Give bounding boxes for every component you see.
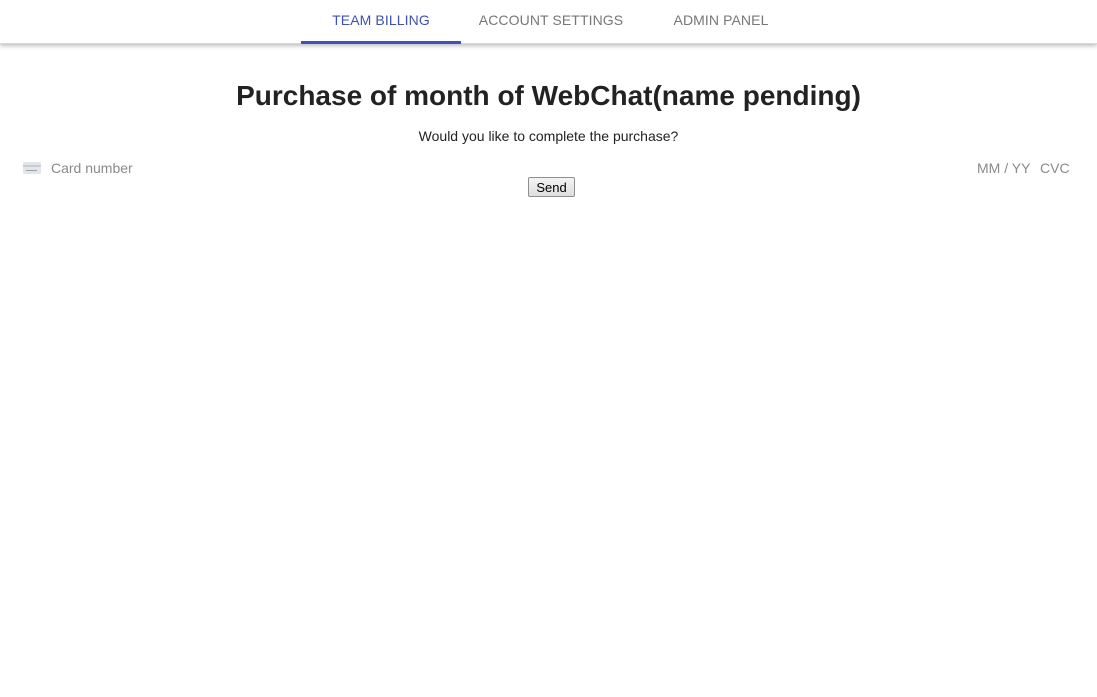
page-title: Purchase of month of WebChat(name pendin… bbox=[236, 80, 861, 111]
card-number-input[interactable] bbox=[51, 158, 751, 178]
tab-admin-panel[interactable]: ADMIN PANEL bbox=[641, 0, 801, 44]
tab-team-billing[interactable]: TEAM BILLING bbox=[301, 0, 461, 44]
expiry-date-input[interactable] bbox=[977, 158, 1035, 178]
cvc-input[interactable] bbox=[1040, 158, 1074, 178]
send-button[interactable]: Send bbox=[528, 177, 575, 197]
tab-account-settings[interactable]: ACCOUNT SETTINGS bbox=[471, 0, 631, 44]
credit-card-icon bbox=[23, 162, 41, 174]
top-nav-bar: TEAM BILLING ACCOUNT SETTINGS ADMIN PANE… bbox=[0, 0, 1097, 44]
card-element bbox=[22, 158, 1074, 178]
purchase-question: Would you like to complete the purchase? bbox=[418, 128, 679, 144]
active-tab-indicator bbox=[301, 41, 461, 44]
